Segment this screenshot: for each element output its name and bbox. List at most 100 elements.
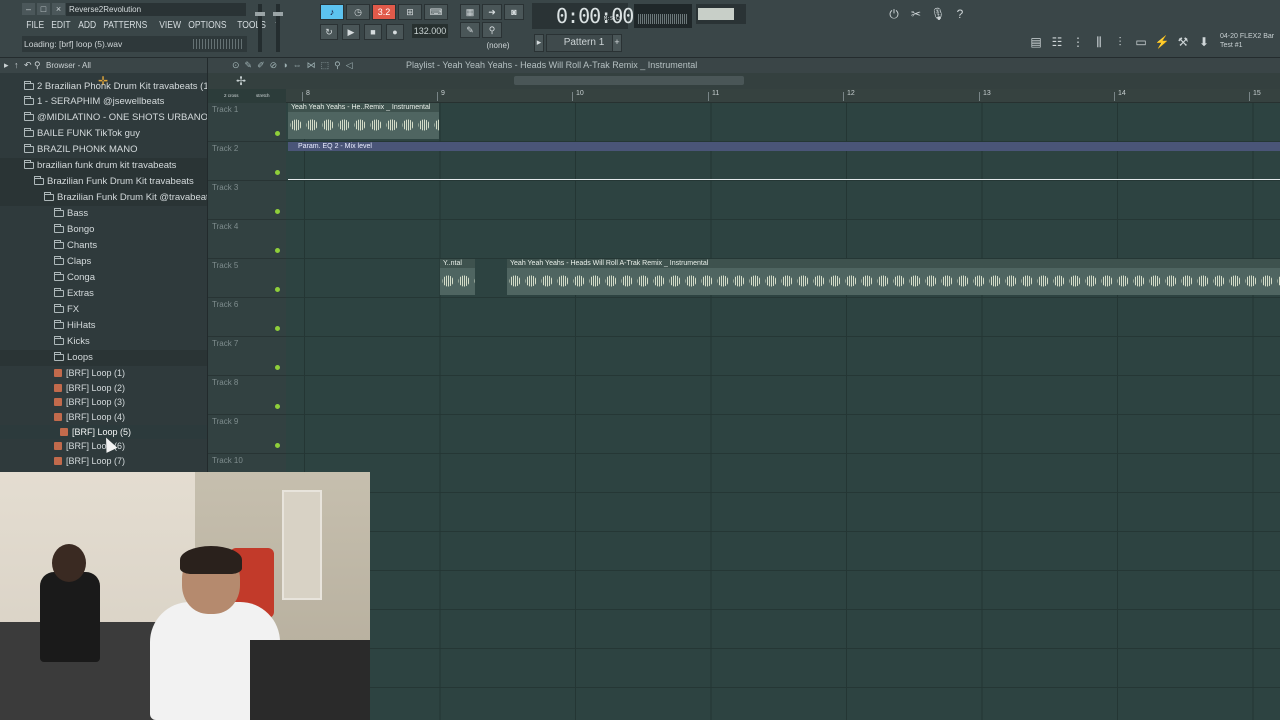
- tree-file[interactable]: [BRF] Loop (7): [0, 454, 207, 469]
- menu-options[interactable]: OPTIONS: [184, 18, 231, 32]
- download-icon[interactable]: ⬇: [1196, 34, 1212, 50]
- audio-clip[interactable]: Y..ntal: [440, 259, 475, 295]
- close-icon[interactable]: ×: [52, 3, 65, 15]
- browser-up-icon[interactable]: ↑: [14, 58, 19, 73]
- scissors-icon[interactable]: ✂: [908, 6, 924, 22]
- pattern-selector[interactable]: Pattern 1: [546, 34, 622, 52]
- tree-file[interactable]: [BRF] Loop (3): [0, 395, 207, 410]
- menu-add[interactable]: ADD: [74, 18, 100, 32]
- menu-patterns[interactable]: PATTERNS: [99, 18, 152, 32]
- audio-clip[interactable]: Yeah Yeah Yeahs - He..Remix _ Instrument…: [288, 103, 439, 139]
- tree-folder-open[interactable]: Brazilian Funk Drum Kit @travabeats: [0, 190, 207, 206]
- magnet-icon[interactable]: ⊙: [232, 58, 240, 73]
- mixer-faders-icon[interactable]: ⫶: [1112, 34, 1128, 50]
- tree-folder-conga[interactable]: Conga: [0, 270, 207, 286]
- crossfade-toggle[interactable]: 2 cross: [224, 93, 239, 98]
- stretch-toggle[interactable]: stretch: [256, 93, 270, 98]
- tree-folder-fx[interactable]: FX: [0, 302, 207, 318]
- menu-view[interactable]: VIEW: [155, 18, 185, 32]
- mute-tool-icon[interactable]: ◑: [282, 58, 287, 73]
- track-enable-led[interactable]: [275, 365, 280, 370]
- song-mode-button[interactable]: 3.2: [372, 4, 396, 20]
- track-header[interactable]: Track 8: [208, 376, 286, 415]
- plugin-picker-icon[interactable]: ⚒: [1175, 34, 1191, 50]
- track-header[interactable]: Track 2: [208, 142, 286, 181]
- track-enable-led[interactable]: [275, 326, 280, 331]
- menu-file[interactable]: FILE: [22, 18, 48, 32]
- plugin-database-icon[interactable]: ⚡: [1154, 34, 1170, 50]
- timeline-ruler[interactable]: 8 9 10 11 12 13 14 15: [286, 89, 1280, 103]
- browser-menu-icon[interactable]: ▸: [4, 58, 9, 73]
- slice-tool-icon[interactable]: ⋈: [307, 58, 316, 73]
- tree-file[interactable]: [BRF] Loop (1): [0, 366, 207, 381]
- microphone-icon[interactable]: 🎙: [930, 6, 946, 22]
- maximize-icon[interactable]: □: [37, 3, 50, 15]
- arrow-icon[interactable]: ➜: [482, 4, 502, 20]
- tree-folder[interactable]: BRAZIL PHONK MANO: [0, 142, 207, 158]
- pattern-add-icon[interactable]: +: [612, 34, 622, 52]
- track-header[interactable]: Track 1: [208, 103, 286, 142]
- track-enable-led[interactable]: [275, 248, 280, 253]
- track-header[interactable]: Track 5: [208, 259, 286, 298]
- stop-icon[interactable]: ■: [364, 24, 382, 40]
- track-enable-led[interactable]: [275, 170, 280, 175]
- menu-tools[interactable]: TOOLS: [233, 18, 270, 32]
- delete-tool-icon[interactable]: ⊘: [270, 58, 278, 73]
- track-header[interactable]: Track 9: [208, 415, 286, 454]
- playlist-scrollbar[interactable]: [514, 76, 744, 85]
- playlist-grid[interactable]: Yeah Yeah Yeahs - He..Remix _ Instrument…: [286, 103, 1280, 720]
- playback-tool-icon[interactable]: ◁: [346, 58, 353, 73]
- track-enable-led[interactable]: [275, 209, 280, 214]
- link-icon[interactable]: ⚲: [482, 22, 502, 38]
- master-volume-slider[interactable]: [255, 4, 265, 52]
- record-icon[interactable]: ●: [386, 24, 404, 40]
- loop-record-icon[interactable]: ↻: [320, 24, 338, 40]
- cpu-icon[interactable]: ◙: [504, 4, 524, 20]
- track-enable-led[interactable]: [275, 404, 280, 409]
- track-header[interactable]: Track 4: [208, 220, 286, 259]
- track-header[interactable]: Track 6: [208, 298, 286, 337]
- tree-folder[interactable]: BAILE FUNK TikTok guy: [0, 126, 207, 142]
- tree-folder-open[interactable]: brazilian funk drum kit travabeats: [0, 158, 207, 174]
- minimize-icon[interactable]: –: [22, 3, 35, 15]
- pencil-icon[interactable]: ✎: [460, 22, 480, 38]
- browser-search-icon[interactable]: ⚲: [34, 58, 41, 73]
- track-enable-led[interactable]: [275, 131, 280, 136]
- track-enable-led[interactable]: [275, 443, 280, 448]
- recording-filter-select[interactable]: (none): [478, 40, 518, 52]
- pattern-prev-icon[interactable]: ▸: [534, 34, 544, 52]
- step-edit-button[interactable]: ⊞: [398, 4, 422, 20]
- tree-folder[interactable]: 1 - SERAPHIM @jsewellbeats: [0, 94, 207, 110]
- help-icon[interactable]: ?: [952, 6, 968, 22]
- tree-folder[interactable]: 2 Brazilian Phonk Drum Kit travabeats (1…: [0, 81, 207, 94]
- tree-folder-loops[interactable]: Loops: [0, 350, 207, 366]
- tempo-display[interactable]: 132.000: [412, 24, 448, 38]
- select-tool-icon[interactable]: ⬚: [321, 58, 330, 73]
- channel-rack-icon[interactable]: ⋮: [1070, 34, 1086, 50]
- track-header[interactable]: Track 3: [208, 181, 286, 220]
- power-icon[interactable]: ⏻: [886, 6, 902, 22]
- track-enable-led[interactable]: [275, 287, 280, 292]
- tree-folder[interactable]: @MIDILATINO - ONE SHOTS URBANOS VOL. 2: [0, 110, 207, 126]
- project-browser-icon[interactable]: ▭: [1133, 34, 1149, 50]
- tree-folder-bongo[interactable]: Bongo: [0, 222, 207, 238]
- play-icon[interactable]: ▶: [342, 24, 360, 40]
- metronome-button[interactable]: ◷: [346, 4, 370, 20]
- tree-folder-extras[interactable]: Extras: [0, 286, 207, 302]
- slip-tool-icon[interactable]: ⇔: [293, 58, 302, 73]
- automation-clip[interactable]: Param. EQ 2 - Mix level: [288, 142, 1280, 151]
- tree-folder-open[interactable]: Brazilian Funk Drum Kit travabeats: [0, 174, 207, 190]
- tree-folder-claps[interactable]: Claps: [0, 254, 207, 270]
- track-header[interactable]: Track 7: [208, 337, 286, 376]
- tree-folder-hihats[interactable]: HiHats: [0, 318, 207, 334]
- menu-edit[interactable]: EDIT: [47, 18, 75, 32]
- piano-roll-icon[interactable]: ☷: [1049, 34, 1065, 50]
- draw-tool-icon[interactable]: ✎: [245, 58, 253, 73]
- move-icon[interactable]: ✢: [236, 74, 246, 88]
- tree-file[interactable]: [BRF] Loop (4): [0, 410, 207, 425]
- master-pitch-slider[interactable]: [273, 4, 283, 52]
- mixer-icon[interactable]: ▦: [460, 4, 480, 20]
- pattern-song-toggle[interactable]: ♪: [320, 4, 344, 20]
- tree-folder-bass[interactable]: Bass: [0, 206, 207, 222]
- browser-back-icon[interactable]: ↶: [24, 58, 32, 73]
